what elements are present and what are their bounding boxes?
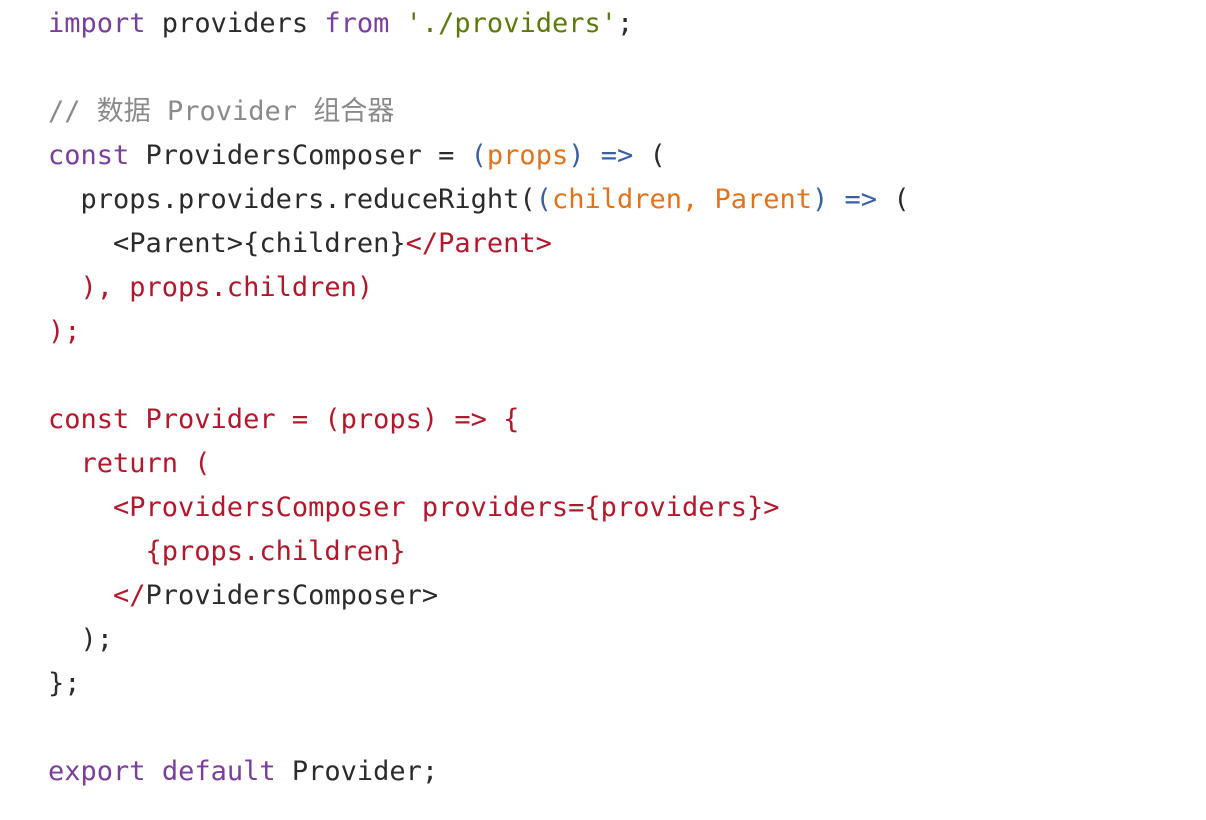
jsx-token: ), props.children)	[48, 272, 374, 303]
code-block: import providers from './providers'; // 数…	[48, 2, 910, 794]
keyword-token: export	[48, 756, 146, 787]
code-line: };	[48, 662, 910, 706]
jsx-token: return (	[48, 448, 211, 479]
code-line: export default Provider;	[48, 750, 910, 794]
code-token: };	[48, 668, 81, 699]
code-token: ;	[616, 8, 634, 39]
code-token: <Parent>{children}	[48, 228, 406, 259]
jsx-token: </	[48, 580, 146, 611]
code-line: {props.children}	[48, 530, 910, 574]
jsx-token: <ProvidersComposer providers={providers}…	[48, 492, 780, 523]
code-line: </ProvidersComposer>	[48, 574, 910, 618]
code-line: // 数据 Provider 组合器	[48, 90, 910, 134]
code-token: (	[877, 184, 910, 215]
code-token: ProvidersComposer =	[129, 140, 471, 171]
code-line: return (	[48, 442, 910, 486]
code-line: props.providers.reduceRight((children, P…	[48, 178, 910, 222]
parameter-token: children, Parent	[551, 184, 813, 215]
parameter-token: props	[486, 140, 569, 171]
punctuation-token: ) =>	[568, 140, 634, 171]
code-line: <Parent>{children}</Parent>	[48, 222, 910, 266]
punctuation-token: (	[470, 140, 487, 171]
code-token: Provider;	[275, 756, 439, 787]
code-line: ), props.children)	[48, 266, 910, 310]
code-token: props.providers.reduceRight(	[48, 184, 536, 215]
punctuation-token: (	[535, 184, 552, 215]
jsx-token: {props.children}	[48, 536, 406, 567]
code-line: );	[48, 310, 910, 354]
code-token: );	[48, 624, 114, 655]
jsx-token: const Provider = (props) => {	[48, 404, 520, 435]
code-line: <ProvidersComposer providers={providers}…	[48, 486, 910, 530]
punctuation-token: ) =>	[812, 184, 878, 215]
code-line: const ProvidersComposer = (props) => (	[48, 134, 910, 178]
code-line: import providers from './providers';	[48, 2, 910, 46]
keyword-token: default	[161, 756, 276, 787]
jsx-token: </Parent>	[405, 228, 552, 259]
string-token: './providers'	[405, 8, 617, 39]
keyword-token: const	[48, 140, 130, 171]
code-line: const Provider = (props) => {	[48, 398, 910, 442]
keyword-token: from	[324, 8, 390, 39]
code-token: (	[633, 140, 666, 171]
comment-token: // 数据 Provider 组合器	[48, 96, 395, 127]
code-token: providers	[145, 8, 325, 39]
jsx-token: );	[48, 316, 81, 347]
keyword-token: import	[48, 8, 146, 39]
code-token: ProvidersComposer>	[145, 580, 439, 611]
code-line: );	[48, 618, 910, 662]
